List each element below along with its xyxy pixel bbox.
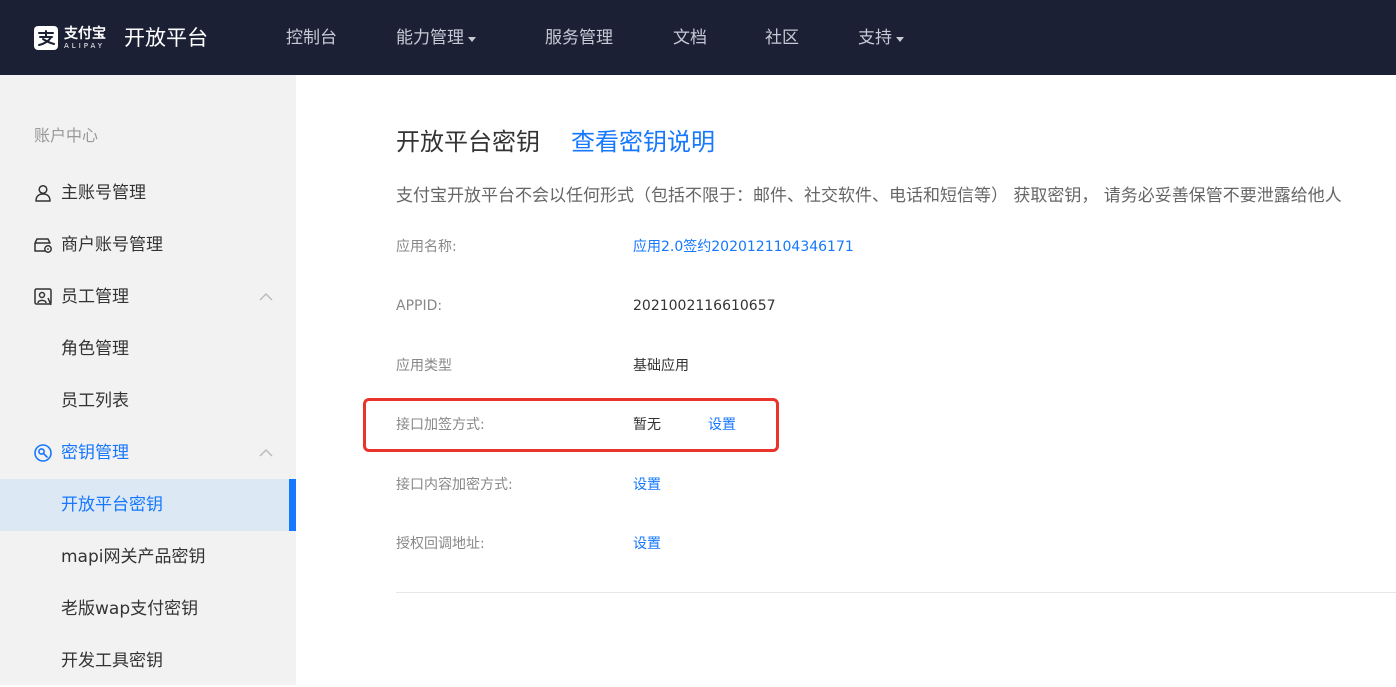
sidebar-item-label: 商户账号管理 <box>61 235 163 255</box>
nav-item-label: 能力管理 <box>396 28 464 48</box>
nav-capability-management[interactable]: 能力管理 <box>396 26 476 50</box>
view-key-description-link[interactable]: 查看密钥说明 <box>571 127 715 157</box>
sidebar-item-label: 员工管理 <box>61 287 129 307</box>
staff-icon <box>34 288 52 306</box>
sidebar-item-label: 员工列表 <box>61 391 129 411</box>
sidebar: 账户中心 主账号管理 商户账号管理 员工管理 角色管理 员工列表 密钥管理 开放… <box>0 75 296 685</box>
sidebar-item-label: 角色管理 <box>61 339 129 359</box>
sidebar-item-mapi-gateway-key[interactable]: mapi网关产品密钥 <box>0 531 296 583</box>
chevron-up-icon <box>259 448 273 457</box>
sidebar-item-key-management[interactable]: 密钥管理 <box>0 427 296 479</box>
sidebar-item-dev-tool-key[interactable]: 开发工具密钥 <box>0 635 296 687</box>
sidebar-item-label: 主账号管理 <box>61 183 146 203</box>
nav-item-label: 支持 <box>858 28 892 48</box>
nav-console[interactable]: 控制台 <box>286 26 337 50</box>
signing-method-label: 接口加签方式: <box>396 417 485 433</box>
nav-item-label: 服务管理 <box>545 28 613 48</box>
app-type-value: 基础应用 <box>633 358 689 374</box>
auth-callback-set-button[interactable]: 设置 <box>633 534 661 554</box>
logo-text-en: ALIPAY <box>64 41 106 50</box>
nav-item-label: 控制台 <box>286 28 337 48</box>
sidebar-item-label: 开放平台密钥 <box>61 495 163 515</box>
content-encryption-label: 接口内容加密方式: <box>396 477 513 493</box>
divider <box>396 592 1396 593</box>
nav-service-management[interactable]: 服务管理 <box>545 26 613 50</box>
signing-method-value: 暂无 <box>633 417 661 433</box>
appid-value: 2021002116610657 <box>633 298 776 314</box>
sidebar-item-merchant-account[interactable]: 商户账号管理 <box>0 219 296 271</box>
sidebar-item-label: 密钥管理 <box>61 443 129 463</box>
sidebar-item-label: 开发工具密钥 <box>61 651 163 671</box>
content-encryption-set-button[interactable]: 设置 <box>633 475 661 495</box>
logo-text-cn: 支付宝 <box>64 25 106 42</box>
nav-item-label: 社区 <box>765 28 799 48</box>
app-name-label: 应用名称: <box>396 239 457 255</box>
sidebar-item-open-platform-key[interactable]: 开放平台密钥 <box>0 479 296 531</box>
nav-community[interactable]: 社区 <box>765 26 799 50</box>
sidebar-item-staff-management[interactable]: 员工管理 <box>0 271 296 323</box>
auth-callback-label: 授权回调地址: <box>396 536 485 552</box>
caret-down-icon <box>468 36 476 42</box>
app-name-link[interactable]: 应用2.0签约2020121104346171 <box>633 237 854 257</box>
key-icon <box>34 444 52 462</box>
alipay-logo-icon <box>34 26 58 50</box>
app-type-label: 应用类型 <box>396 358 452 374</box>
sidebar-item-role-management[interactable]: 角色管理 <box>0 323 296 375</box>
merchant-account-icon <box>34 238 52 253</box>
nav-support[interactable]: 支持 <box>858 26 904 50</box>
sidebar-item-label: 老版wap支付密钥 <box>61 599 199 619</box>
nav-docs[interactable]: 文档 <box>673 26 707 50</box>
caret-down-icon <box>896 36 904 42</box>
chevron-up-icon <box>259 292 273 301</box>
alipay-logo[interactable]: 支付宝 ALIPAY <box>34 24 106 52</box>
sidebar-heading: 账户中心 <box>34 126 99 145</box>
appid-label: APPID: <box>396 298 443 314</box>
nav-item-label: 文档 <box>673 28 707 48</box>
sidebar-item-legacy-wap-key[interactable]: 老版wap支付密钥 <box>0 583 296 635</box>
sidebar-item-main-account[interactable]: 主账号管理 <box>0 167 296 219</box>
sidebar-item-label: mapi网关产品密钥 <box>61 547 206 567</box>
top-navigation-bar: 支付宝 ALIPAY 开放平台 控制台 能力管理 服务管理 文档 社区 支持 <box>0 0 1396 75</box>
sidebar-item-staff-list[interactable]: 员工列表 <box>0 375 296 427</box>
signing-method-set-button[interactable]: 设置 <box>708 415 736 435</box>
security-notice: 支付宝开放平台不会以任何形式（包括不限于：邮件、社交软件、电话和短信等） 获取密… <box>396 186 1342 206</box>
page-title: 开放平台密钥 <box>396 128 540 156</box>
platform-title[interactable]: 开放平台 <box>124 24 208 52</box>
user-icon <box>35 184 51 202</box>
